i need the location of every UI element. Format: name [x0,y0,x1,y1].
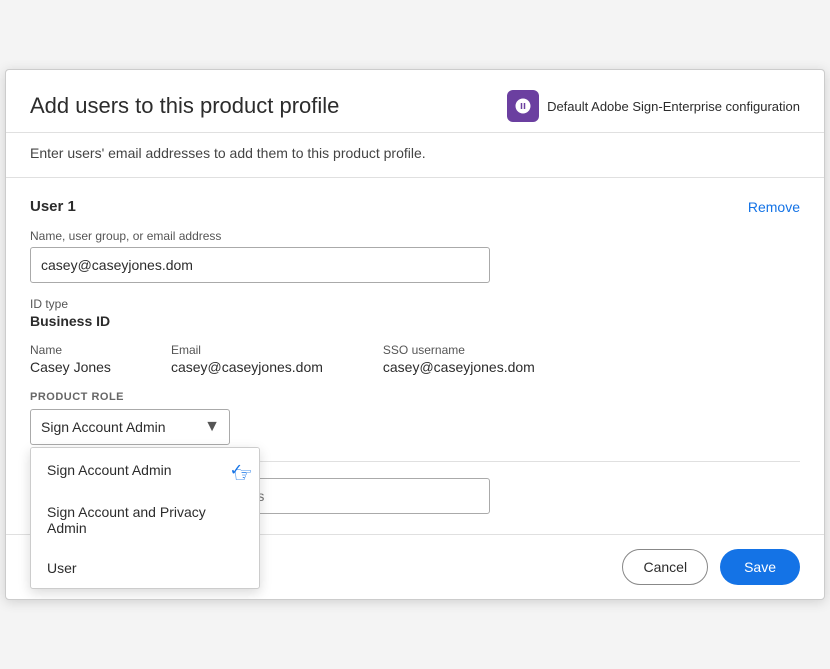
sso-col-value: casey@caseyjones.dom [383,359,535,375]
remove-button[interactable]: Remove [748,199,800,215]
save-button[interactable]: Save [720,549,800,585]
product-role-label: PRODUCT ROLE [30,391,800,403]
email-col: Email casey@caseyjones.dom [171,343,323,375]
dropdown-item-sign-admin[interactable]: Sign Account Admin ✓ ☞ [31,448,259,492]
modal-content: User 1 Remove Name, user group, or email… [6,178,824,534]
name-email-input[interactable] [30,247,490,283]
modal-title: Add users to this product profile [30,93,507,119]
sso-col-header: SSO username [383,343,535,357]
adobe-sign-icon [507,90,539,122]
dropdown-item-privacy-admin[interactable]: Sign Account and Privacy Admin [31,492,259,548]
name-col-value: Casey Jones [30,359,111,375]
product-role-dropdown-wrapper: Sign Account Admin Sign Account and Priv… [30,409,230,445]
dropdown-item-user[interactable]: User [31,548,259,588]
email-col-header: Email [171,343,323,357]
cursor-icon: ☞ [233,462,253,488]
dropdown-item-label: Sign Account Admin [47,462,172,478]
dropdown-item-label: Sign Account and Privacy Admin [47,504,243,536]
product-role-select[interactable]: Sign Account Admin Sign Account and Priv… [30,409,230,445]
email-col-value: casey@caseyjones.dom [171,359,323,375]
modal-window: Add users to this product profile Defaul… [5,69,825,600]
user-info-row: Name Casey Jones Email casey@caseyjones.… [30,343,800,375]
name-col-header: Name [30,343,111,357]
user-section-header: User 1 Remove [30,198,800,215]
sso-col: SSO username casey@caseyjones.dom [383,343,535,375]
modal-header: Add users to this product profile Defaul… [6,70,824,133]
checkmark-icon: ✓ ☞ [230,460,243,480]
dropdown-item-label: User [47,560,77,576]
cancel-button[interactable]: Cancel [622,549,708,585]
product-role-section: PRODUCT ROLE Sign Account Admin Sign Acc… [30,391,800,445]
user-label: User 1 [30,198,76,215]
product-role-dropdown-menu: Sign Account Admin ✓ ☞ Sign Account and … [30,447,260,589]
header-badge: Default Adobe Sign-Enterprise configurat… [507,90,800,122]
name-field-group: Name, user group, or email address [30,229,800,283]
badge-text: Default Adobe Sign-Enterprise configurat… [547,99,800,114]
subtitle-text: Enter users' email addresses to add them… [6,133,824,178]
id-type-section: ID type Business ID [30,297,800,329]
id-type-label: ID type [30,297,800,311]
id-type-value: Business ID [30,313,800,329]
name-field-label: Name, user group, or email address [30,229,800,243]
name-col: Name Casey Jones [30,343,111,375]
